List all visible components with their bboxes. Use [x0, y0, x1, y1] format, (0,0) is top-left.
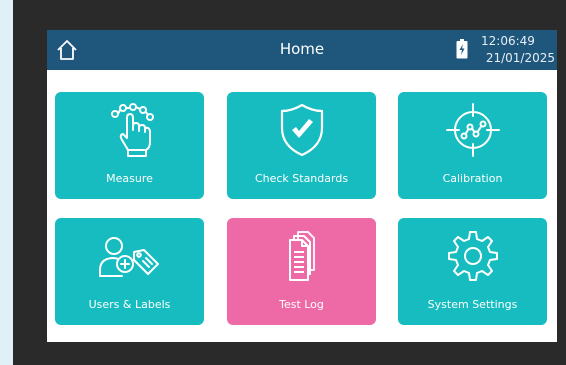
measure-button[interactable]: Measure — [55, 92, 204, 199]
test-log-label: Test Log — [279, 298, 324, 311]
crosshair-graph-icon — [445, 103, 500, 157]
device-screen: Home 12:06:49 21/01/2025 Measure Check S… — [47, 30, 557, 342]
shield-check-icon — [280, 103, 323, 157]
users-labels-button[interactable]: Users & Labels — [55, 218, 204, 325]
top-bar: Home 12:06:49 21/01/2025 — [47, 30, 557, 70]
test-log-button[interactable]: Test Log — [227, 218, 376, 325]
clock-time: 12:06:49 — [481, 34, 535, 48]
battery-charging-icon — [456, 39, 468, 59]
user-add-tag-icon — [98, 237, 159, 277]
documents-icon — [288, 231, 315, 281]
gear-icon — [447, 231, 498, 281]
users-labels-label: Users & Labels — [88, 298, 171, 311]
calibration-label: Calibration — [442, 172, 503, 185]
system-settings-label: System Settings — [427, 298, 518, 311]
clock-date: 21/01/2025 — [485, 51, 555, 65]
measure-label: Measure — [106, 172, 153, 185]
calibration-button[interactable]: Calibration — [398, 92, 547, 199]
check-standards-label: Check Standards — [254, 172, 349, 185]
clock: 12:06:49 21/01/2025 — [479, 33, 555, 67]
check-standards-button[interactable]: Check Standards — [227, 92, 376, 199]
system-settings-button[interactable]: System Settings — [398, 218, 547, 325]
device-bezel: Home 12:06:49 21/01/2025 Measure Check S… — [13, 0, 566, 365]
hand-tap-icon — [110, 103, 154, 157]
